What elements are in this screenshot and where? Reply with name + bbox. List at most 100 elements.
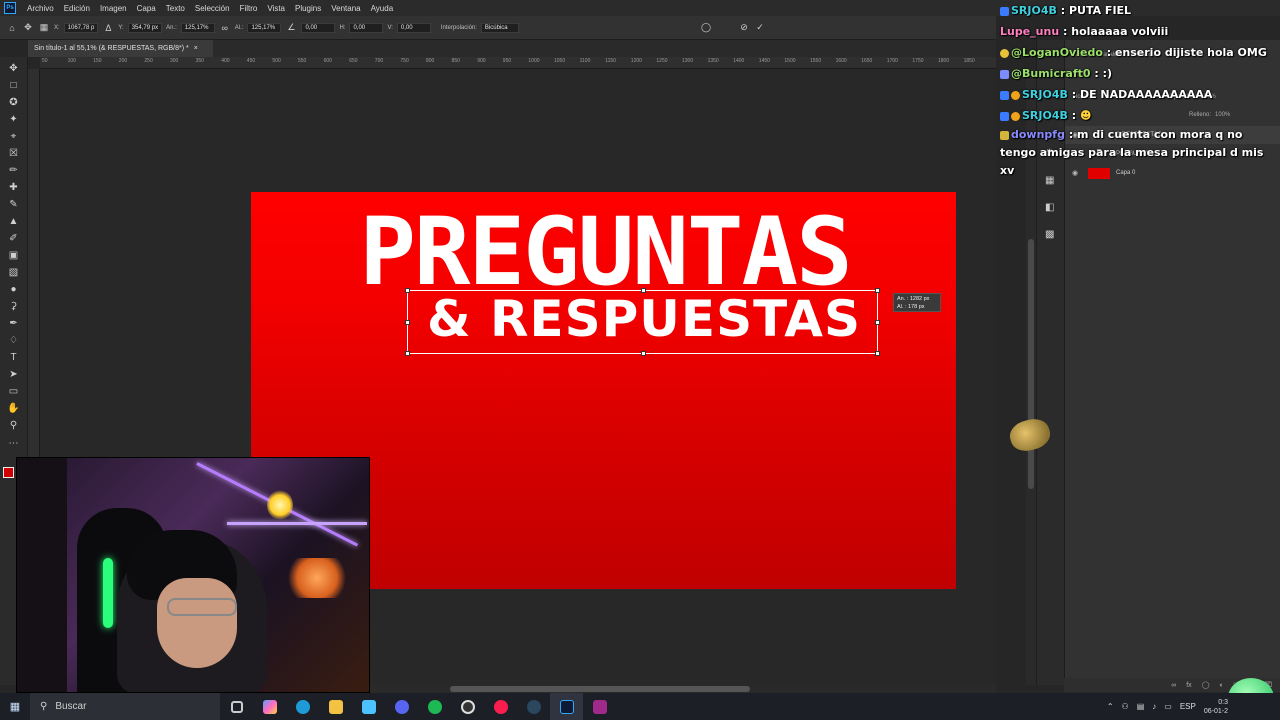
copilot-icon[interactable] xyxy=(253,693,286,720)
network-icon[interactable]: ▤ xyxy=(1137,702,1145,711)
taskbar-search[interactable]: ⚲ Buscar xyxy=(30,693,220,720)
menu-plugins[interactable]: Plugins xyxy=(290,4,326,13)
document-tab[interactable]: Sin título-1 al 55,1% (& RESPUESTAS, RGB… xyxy=(28,40,213,57)
transform-handle-b[interactable] xyxy=(641,351,646,356)
task-view-icon[interactable] xyxy=(220,693,253,720)
foreground-color-swatch[interactable] xyxy=(3,467,14,478)
ruler-tick-label: 650 xyxy=(349,58,358,64)
rectangle-icon[interactable]: ▭ xyxy=(6,384,21,399)
transform-handle-bl[interactable] xyxy=(405,351,410,356)
angle-field[interactable]: 0,00 xyxy=(301,22,336,33)
vertical-scroll-thumb[interactable] xyxy=(1028,239,1034,489)
windows-start-icon[interactable]: ▦ xyxy=(0,700,30,713)
crop-icon[interactable]: ⌖ xyxy=(6,129,21,144)
menu-archivo[interactable]: Archivo xyxy=(22,4,59,13)
interpolation-label: Interpolación: xyxy=(440,24,477,31)
adjustment-layer-icon[interactable]: ◐ xyxy=(1220,682,1224,689)
edge-icon[interactable] xyxy=(286,693,319,720)
reference-point-icon[interactable]: ▦ xyxy=(38,22,50,34)
winrar-icon[interactable] xyxy=(583,693,616,720)
x-label: X: xyxy=(54,24,60,31)
badge-icon xyxy=(1000,90,1009,100)
link-icon[interactable]: ∞ xyxy=(219,22,231,34)
dodge-icon[interactable]: ⚳ xyxy=(6,299,21,314)
healing-brush-icon[interactable]: ✚ xyxy=(6,180,21,195)
transform-handle-br[interactable] xyxy=(875,351,880,356)
vskew-field[interactable]: 0,00 xyxy=(396,22,431,33)
clone-stamp-icon[interactable]: ▲ xyxy=(6,214,21,229)
language-indicator[interactable]: ESP xyxy=(1180,702,1196,711)
transform-handle-tl[interactable] xyxy=(405,288,410,293)
photoshop-taskbar-icon[interactable] xyxy=(550,693,583,720)
zoom-icon[interactable]: ⚲ xyxy=(6,418,21,433)
pen-icon[interactable]: ✒ xyxy=(6,316,21,331)
libraries-panel-icon[interactable]: ▩ xyxy=(1045,229,1054,240)
clock[interactable]: 0:3 06-01-2 xyxy=(1204,698,1228,716)
interpolation-select[interactable]: Bicúbica xyxy=(480,22,519,33)
transform-handle-r[interactable] xyxy=(875,320,880,325)
fx-icon[interactable]: fx xyxy=(1186,682,1191,689)
move-icon[interactable]: ✥ xyxy=(6,61,21,76)
file-explorer-icon[interactable] xyxy=(319,693,352,720)
hskew-field[interactable]: 0,00 xyxy=(349,22,384,33)
menu-vista[interactable]: Vista xyxy=(262,4,290,13)
opera-gx-icon[interactable] xyxy=(484,693,517,720)
volume-icon[interactable]: ♪ xyxy=(1152,702,1156,711)
battery-icon[interactable]: ▭ xyxy=(1164,702,1172,711)
y-field[interactable]: 354,79 px xyxy=(127,22,163,33)
menu-seleccion[interactable]: Selección xyxy=(190,4,235,13)
eyedropper-icon[interactable]: ✏ xyxy=(6,163,21,178)
more-tools-icon[interactable]: ⋯ xyxy=(6,436,21,451)
menu-texto[interactable]: Texto xyxy=(161,4,190,13)
obs-icon[interactable] xyxy=(451,693,484,720)
pen-tool-icon[interactable]: ♢ xyxy=(6,333,21,348)
steam-icon[interactable] xyxy=(517,693,550,720)
path-selection-icon[interactable]: ➤ xyxy=(6,367,21,382)
mask-icon[interactable]: ◯ xyxy=(1202,681,1210,689)
type-tool-icon[interactable]: T xyxy=(6,350,21,365)
transform-handle-t[interactable] xyxy=(641,288,646,293)
blur-icon[interactable]: ● xyxy=(6,282,21,297)
eraser-icon[interactable]: ▣ xyxy=(6,248,21,263)
link-layers-icon[interactable]: ∞ xyxy=(1171,682,1176,689)
transform-handle-tr[interactable] xyxy=(875,288,880,293)
cancel-transform-icon[interactable]: ⊘ xyxy=(738,22,750,34)
brush-icon[interactable]: ✎ xyxy=(6,197,21,212)
discord-icon[interactable] xyxy=(385,693,418,720)
commit-transform-icon[interactable]: ✓ xyxy=(754,22,766,34)
transform-bounding-box[interactable] xyxy=(405,288,880,356)
warp-icon[interactable]: ◯ xyxy=(700,22,712,34)
frame-icon[interactable]: ☒ xyxy=(6,146,21,161)
magic-wand-icon[interactable]: ✦ xyxy=(6,112,21,127)
history-brush-icon[interactable]: ✐ xyxy=(6,231,21,246)
width-field[interactable]: 125,17% xyxy=(180,22,215,33)
menu-imagen[interactable]: Imagen xyxy=(95,4,132,13)
chat-message: SRJO4B : DE NADAAAAAAAAAA xyxy=(996,84,1280,105)
home-icon[interactable]: ⌂ xyxy=(6,22,18,34)
chat-username: @LoganOviedo xyxy=(1011,46,1103,59)
menu-filtro[interactable]: Filtro xyxy=(235,4,263,13)
menu-ayuda[interactable]: Ayuda xyxy=(366,4,399,13)
chat-message: @Bumicraft0 : :) xyxy=(996,63,1280,84)
store-icon[interactable] xyxy=(352,693,385,720)
marquee-icon[interactable]: □ xyxy=(6,78,21,93)
spotify-icon[interactable] xyxy=(418,693,451,720)
menu-capa[interactable]: Capa xyxy=(132,4,161,13)
tray-chevron-icon[interactable]: ⌃ xyxy=(1107,702,1114,711)
ruler-tick-label: 50 xyxy=(42,58,48,64)
menu-ventana[interactable]: Ventana xyxy=(326,4,365,13)
menu-edicion[interactable]: Edición xyxy=(59,4,95,13)
chat-text: : holaaaaa volviii xyxy=(1063,25,1169,38)
horizontal-scroll-thumb[interactable] xyxy=(450,686,750,692)
adjustments-panel-icon[interactable]: ◧ xyxy=(1045,202,1054,213)
height-field[interactable]: 125,17% xyxy=(247,22,282,33)
x-field[interactable]: 1067,78 p xyxy=(63,22,99,33)
gradient-icon[interactable]: ▧ xyxy=(6,265,21,280)
transform-handle-l[interactable] xyxy=(405,320,410,325)
move-tool-icon[interactable]: ✥ xyxy=(22,22,34,34)
hand-icon[interactable]: ✋ xyxy=(6,401,21,416)
badge-icon xyxy=(1000,48,1009,58)
microphone-icon[interactable]: ⚇ xyxy=(1122,702,1129,711)
lasso-icon[interactable]: ✪ xyxy=(6,95,21,110)
close-tab-icon[interactable]: × xyxy=(194,45,198,52)
